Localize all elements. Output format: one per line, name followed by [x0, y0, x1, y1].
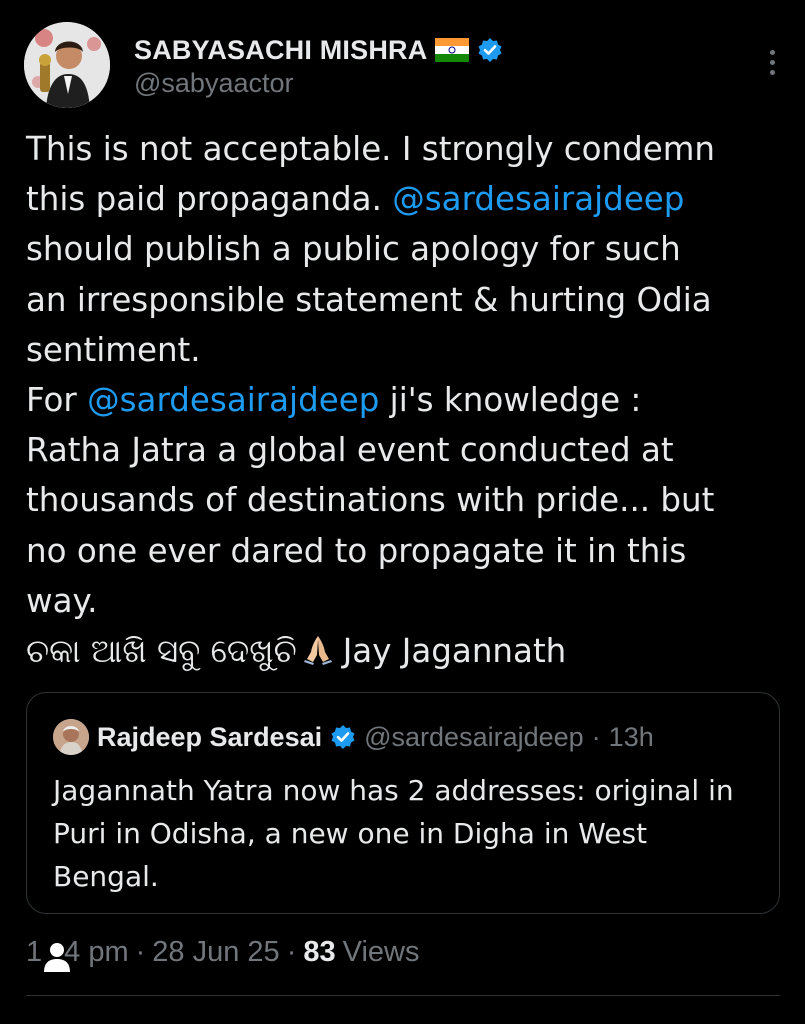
tweet-line: For @sardesairajdeep ji's knowledge : [26, 375, 786, 425]
quoted-tweet-card[interactable]: Rajdeep Sardesai @sardesairajdeep · 13h … [26, 692, 780, 914]
tweet-text-segment: thousands of destinations with pride... … [26, 481, 715, 520]
quoted-author-avatar[interactable] [53, 719, 89, 755]
tweet-line: way. [26, 576, 786, 626]
tweet-line: Ratha Jatra a global event conducted at [26, 425, 786, 475]
separator-dot: · [591, 721, 601, 752]
tweet-line: no one ever dared to propagate it in thi… [26, 526, 786, 576]
quoted-tweet-line: Puri in Odisha, a new one in Digha in We… [53, 817, 648, 850]
tweet-line-odia: ଚକା ଆଖି ସବୁ ଦେଖୁଚି Jay Jagannath [26, 626, 786, 676]
tweet-text-segment: sentiment. [26, 330, 201, 369]
tweet-text-segment: this paid propaganda. [26, 180, 393, 219]
quoted-tweet-time[interactable]: 13h [609, 722, 654, 753]
quoted-tweet-text: Jagannath Yatra now has 2 addresses: ori… [53, 769, 765, 898]
tweet-text-segment: For [26, 380, 88, 419]
views-count: 83 [303, 935, 336, 968]
author-display-name[interactable]: SABYASACHI MISHRA [134, 35, 427, 66]
tweet-text-segment: Jay Jagannath [342, 631, 567, 670]
tweet-time-partial[interactable]: 1 [26, 936, 42, 969]
tweet-text: This is not acceptable. I strongly conde… [26, 124, 786, 676]
tweet-line: sentiment. [26, 325, 786, 375]
india-flag-icon [435, 38, 470, 62]
divider [26, 995, 780, 996]
author-avatar[interactable] [24, 22, 110, 108]
tweet-time-rest[interactable]: 4 pm [64, 936, 128, 969]
tweet-line: an irresponsible statement & hurting Odi… [26, 275, 786, 325]
quoted-tweet-line: Jagannath Yatra now has 2 addresses: ori… [53, 774, 734, 807]
verified-badge-icon[interactable] [330, 724, 356, 750]
quoted-tweet-line: Bengal. [53, 860, 159, 893]
tweet-text-segment: an irresponsible statement & hurting Odi… [26, 280, 712, 319]
mention-link[interactable]: @sardesairajdeep [87, 381, 379, 419]
tweet-date[interactable]: 28 Jun 25 [152, 936, 279, 969]
quoted-tweet-header: Rajdeep Sardesai @sardesairajdeep · 13h [53, 717, 654, 757]
tweet-text-segment: way. [26, 581, 98, 620]
separator-dot: · [135, 935, 146, 968]
tweet-text-segment: Ratha Jatra a global event conducted at [26, 431, 674, 470]
folded-hands-icon [301, 630, 335, 680]
quoted-author-name[interactable]: Rajdeep Sardesai [97, 722, 322, 753]
tweet-line: should publish a public apology for such [26, 224, 786, 274]
tweet-line: This is not acceptable. I strongly conde… [26, 124, 786, 174]
more-options-icon[interactable] [760, 42, 784, 82]
tweet-header: SABYASACHI MISHRA @sabyaactor [24, 20, 784, 110]
tweet-meta: 1 4 pm · 28 Jun 25 · 83 Views [26, 930, 419, 974]
views-label: Views [342, 935, 420, 968]
separator-dot: · [286, 935, 297, 968]
quoted-author-handle[interactable]: @sardesairajdeep [364, 722, 584, 753]
tweet-line: thousands of destinations with pride... … [26, 475, 786, 525]
tweet-line: this paid propaganda. @sardesairajdeep [26, 174, 786, 224]
tweet-text-segment: This is not acceptable. I strongly conde… [26, 130, 716, 168]
tweet-text-segment: no one ever dared to propagate it in thi… [26, 531, 687, 570]
author-name-row: SABYASACHI MISHRA [134, 32, 503, 68]
author-handle[interactable]: @sabyaactor [134, 68, 293, 99]
odia-text: ଚକା ଆଖି ସବୁ ଦେଖୁଚି [26, 631, 297, 670]
tweet-text-segment: ji's knowledge : [379, 380, 642, 419]
person-icon [43, 942, 71, 972]
mention-link[interactable]: @sardesairajdeep [392, 180, 684, 218]
tweet-text-segment: should publish a public apology for such [26, 230, 681, 269]
verified-badge-icon[interactable] [477, 37, 503, 63]
